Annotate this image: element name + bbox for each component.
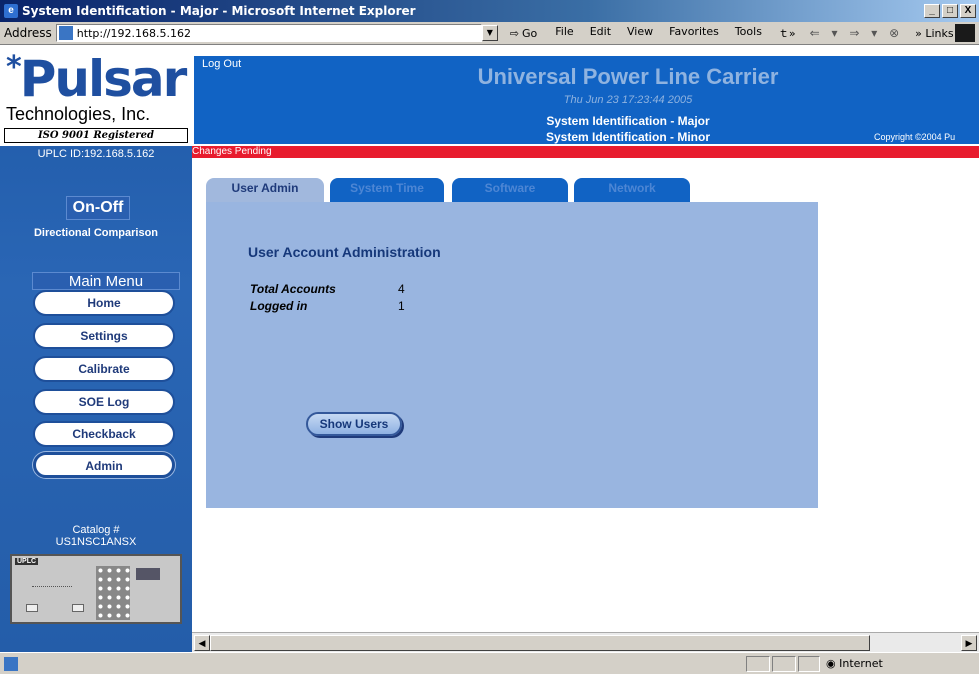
menu-edit[interactable]: Edit [590, 25, 611, 41]
mode-badge: On-Off [66, 196, 130, 220]
changes-pending-bar: Changes Pending [192, 146, 979, 158]
log-out-link[interactable]: Log Out [202, 58, 241, 70]
tab-software[interactable]: Software [452, 178, 568, 202]
go-button[interactable]: ⇨ Go [510, 27, 537, 40]
menu-favorites[interactable]: Favorites [669, 25, 719, 41]
show-users-button[interactable]: Show Users [306, 412, 402, 436]
device-display [136, 568, 160, 580]
maximize-button[interactable]: □ [942, 4, 958, 18]
go-arrow-icon: ⇨ [509, 26, 520, 40]
status-segment [772, 656, 796, 672]
company-logo: *Pulsar Technologies, Inc. ISO 9001 Regi… [0, 46, 192, 146]
menu-overflow[interactable]: ｔ» [778, 25, 796, 41]
iso-badge: ISO 9001 Registered [4, 128, 188, 143]
scroll-right-icon[interactable]: ▶ [961, 635, 977, 651]
scheme-label: Directional Comparison [33, 227, 159, 239]
address-input[interactable]: http://192.168.5.162 [55, 24, 482, 42]
menu-item-admin[interactable]: Admin [33, 452, 175, 478]
minimize-button[interactable]: _ [924, 4, 940, 18]
close-button[interactable]: X [960, 4, 976, 18]
scroll-left-icon[interactable]: ◀ [194, 635, 210, 651]
device-switches [32, 586, 72, 596]
nav-buttons-icon[interactable]: ⇐ ▾ ⇒ ▾ ⊗ [810, 26, 903, 40]
system-id-major: System Identification - Major [546, 114, 710, 128]
logged-in-value: 1 [398, 299, 405, 313]
address-label: Address [4, 26, 52, 40]
catalog-number: US1NSC1ANSX [55, 536, 137, 548]
page-viewport: *Pulsar Technologies, Inc. ISO 9001 Regi… [0, 46, 979, 652]
menu-tools[interactable]: Tools [735, 25, 762, 41]
system-id-minor: System Identification - Minor [545, 130, 710, 144]
copyright: Copyright ©2004 Pu [874, 132, 956, 142]
menu-item-checkback[interactable]: Checkback [33, 421, 175, 447]
menu-view[interactable]: View [627, 25, 653, 41]
page-header: Log Out Universal Power Line Carrier Thu… [194, 56, 979, 144]
address-dropdown-button[interactable]: ▼ [481, 25, 498, 41]
window-titlebar: e System Identification - Major - Micros… [0, 0, 979, 22]
window-controls: _ □ X [924, 4, 976, 18]
total-accounts-value: 4 [398, 282, 405, 296]
user-admin-panel: User Account Administration Total Accoun… [206, 202, 818, 508]
uplc-id: UPLC ID:192.168.5.162 [37, 148, 155, 160]
window-title: System Identification - Major - Microsof… [22, 4, 416, 18]
menu-item-soe-log[interactable]: SOE Log [33, 389, 175, 415]
menu-bar: File Edit View Favorites Tools ｔ» [555, 25, 795, 41]
device-button [72, 604, 84, 612]
horizontal-scrollbar[interactable]: ◀ ▶ [192, 632, 979, 652]
total-accounts-label: Total Accounts [250, 282, 336, 296]
logged-in-label: Logged in [250, 299, 308, 313]
go-label: Go [522, 26, 538, 40]
tab-network[interactable]: Network [574, 178, 690, 202]
menu-item-calibrate[interactable]: Calibrate [33, 356, 175, 382]
datetime: Thu Jun 23 17:23:44 2005 [563, 94, 693, 106]
page-icon [58, 26, 73, 40]
device-button [26, 604, 38, 612]
pulsar-logo: *Pulsar [6, 50, 187, 108]
globe-icon: ◉ [826, 657, 840, 670]
tab-system-time[interactable]: System Time [330, 178, 444, 202]
status-segment [746, 656, 770, 672]
device-keypad [96, 566, 130, 620]
scrollbar-thumb[interactable] [210, 635, 870, 651]
ie-page-icon: e [4, 4, 18, 18]
main-menu-title: Main Menu [32, 272, 180, 290]
tab-user-admin[interactable]: User Admin [206, 178, 324, 204]
status-segment [798, 656, 820, 672]
security-zone: ◉ Internet [826, 657, 883, 670]
address-toolbar: Address http://192.168.5.162 ▼ ⇨ Go File… [0, 22, 979, 45]
catalog-info: Catalog # US1NSC1ANSX [0, 524, 192, 548]
panel-title: User Account Administration [248, 244, 441, 260]
menu-file[interactable]: File [555, 25, 573, 41]
windows-logo-icon [955, 24, 975, 42]
device-label: UPLC [15, 558, 39, 565]
catalog-label: Catalog # [72, 524, 120, 536]
product-title: Universal Power Line Carrier [477, 64, 779, 89]
device-photo: UPLC [10, 554, 182, 624]
logo-subtitle: Technologies, Inc. [6, 104, 151, 124]
menu-item-settings[interactable]: Settings [33, 323, 175, 349]
left-sidebar: *Pulsar Technologies, Inc. ISO 9001 Regi… [0, 46, 192, 652]
menu-item-home[interactable]: Home [33, 290, 175, 316]
page-status-icon [4, 657, 18, 671]
status-bar: ◉ Internet [0, 652, 979, 674]
links-button[interactable]: » Links [915, 27, 953, 40]
address-url[interactable]: http://192.168.5.162 [77, 27, 481, 40]
